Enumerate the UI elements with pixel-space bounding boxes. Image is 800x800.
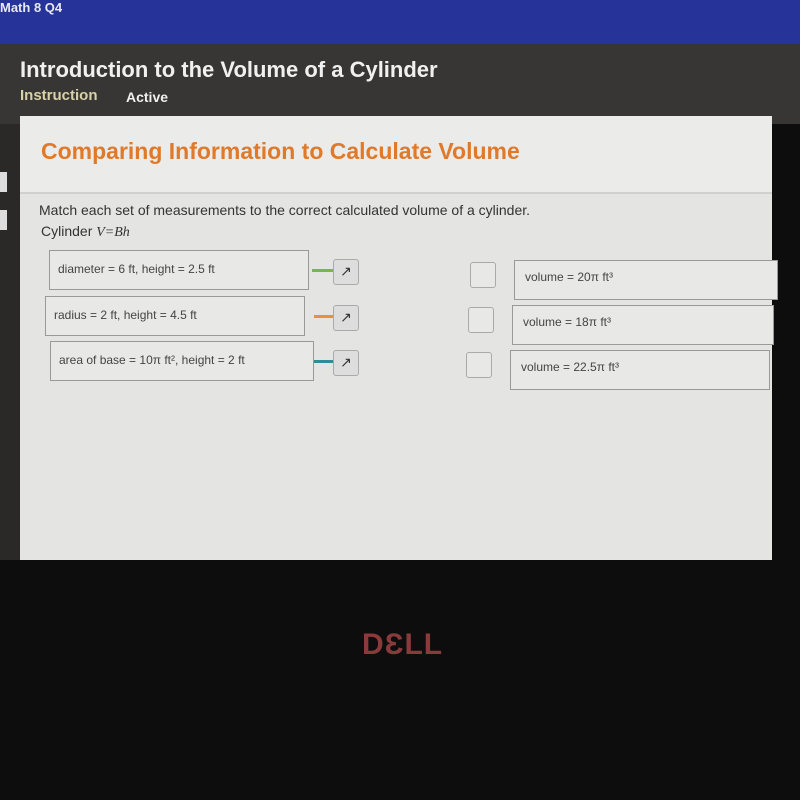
tab-active[interactable]: Active [126,89,168,105]
right-item[interactable]: volume = 20π ft³ [514,260,778,300]
activity-banner: Comparing Information to Calculate Volum… [20,116,772,194]
activity-card: Comparing Information to Calculate Volum… [20,116,778,560]
formula-text: Cylinder V=Bh [41,223,130,240]
match-checkbox[interactable] [466,352,492,378]
left-item[interactable]: radius = 2 ft, height = 4.5 ft [45,296,305,336]
course-name: Math 8 Q4 [0,0,63,15]
arrow-icon[interactable]: ↗ [333,259,359,285]
tab-instruction[interactable]: Instruction [20,87,98,104]
side-strip [0,124,20,560]
side-button[interactable] [0,210,7,230]
lesson-header: Introduction to the Volume of a Cylinder… [0,44,800,124]
match-checkbox[interactable] [468,307,494,333]
right-item[interactable]: volume = 18π ft³ [512,305,774,345]
arrow-icon[interactable]: ↗ [333,350,359,376]
dell-logo: DƐLL [362,628,444,661]
lesson-title: Introduction to the Volume of a Cylinder [20,57,438,82]
left-item[interactable]: diameter = 6 ft, height = 2.5 ft [49,250,309,290]
left-item[interactable]: area of base = 10π ft², height = 2 ft [50,341,314,381]
course-bar: Math 8 Q4 [0,0,800,44]
arrow-icon[interactable]: ↗ [333,305,359,331]
side-button[interactable] [0,172,7,192]
right-item[interactable]: volume = 22.5π ft³ [510,350,770,390]
instruction-text: Match each set of measurements to the co… [39,202,531,218]
connector [312,269,334,272]
match-checkbox[interactable] [470,262,496,288]
activity-title: Comparing Information to Calculate Volum… [41,138,520,164]
